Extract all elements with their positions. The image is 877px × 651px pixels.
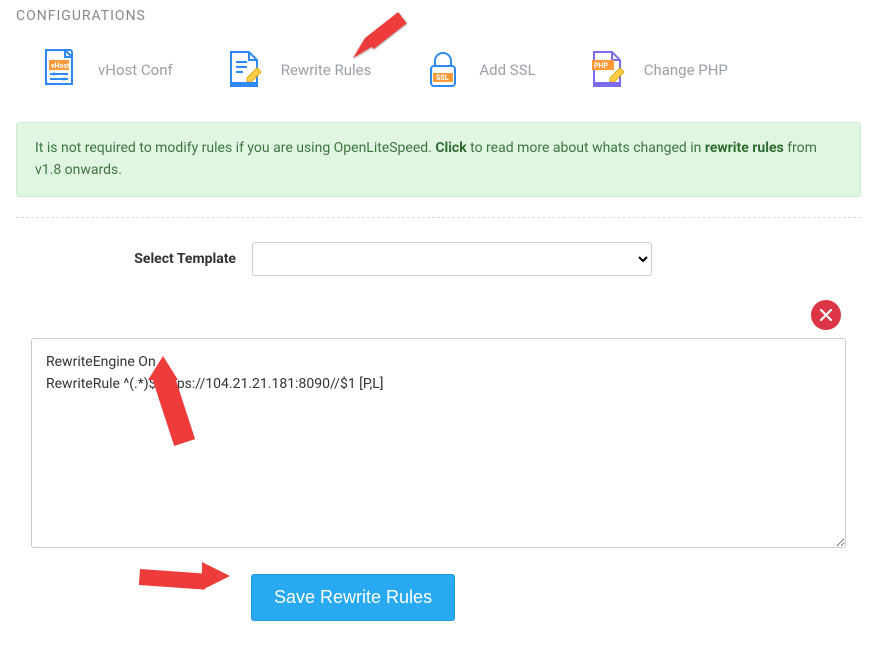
alert-bold: rewrite rules: [705, 140, 784, 156]
tab-change-php[interactable]: PHP Change PHP: [586, 48, 728, 92]
tab-php-label: Change PHP: [644, 61, 728, 79]
divider: [16, 217, 861, 218]
save-rewrite-rules-button[interactable]: Save Rewrite Rules: [251, 574, 455, 621]
select-template-label: Select Template: [116, 251, 236, 267]
close-icon[interactable]: [811, 300, 841, 330]
svg-text:vHost: vHost: [51, 62, 70, 70]
svg-text:PHP: PHP: [594, 62, 608, 70]
select-template-dropdown[interactable]: [252, 242, 652, 276]
alert-text-1: It is not required to modify rules if yo…: [35, 140, 435, 156]
alert-click-link[interactable]: Click: [435, 140, 466, 156]
section-title: CONFIGURATIONS: [16, 8, 861, 24]
ssl-lock-icon: SSL: [421, 48, 465, 92]
vhost-icon: vHost: [40, 48, 84, 92]
tab-ssl-label: Add SSL: [479, 61, 535, 79]
php-icon: PHP: [586, 48, 630, 92]
tab-rewrite-rules[interactable]: Rewrite Rules: [223, 48, 372, 92]
tab-rewrite-label: Rewrite Rules: [281, 61, 372, 79]
rewrite-icon: [223, 48, 267, 92]
tab-add-ssl[interactable]: SSL Add SSL: [421, 48, 535, 92]
tab-vhost-conf[interactable]: vHost vHost Conf: [40, 48, 173, 92]
select-template-row: Select Template: [16, 242, 861, 276]
rewrite-rules-textarea[interactable]: [31, 338, 846, 548]
info-alert: It is not required to modify rules if yo…: [16, 122, 861, 197]
tab-vhost-label: vHost Conf: [98, 61, 173, 79]
config-tabs: vHost vHost Conf: [16, 40, 861, 116]
alert-text-2: to read more about whats changed in: [467, 140, 705, 156]
svg-text:SSL: SSL: [436, 74, 449, 82]
